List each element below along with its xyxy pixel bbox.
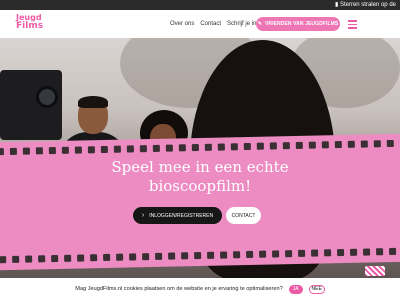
- ticket-decoration-icon: [365, 266, 385, 276]
- headline-line1: Speel mee in een echte: [111, 158, 289, 176]
- sprocket-hole: [152, 144, 160, 152]
- film-camera-image: [0, 70, 62, 140]
- vrienden-button[interactable]: ✎ VRIENDEN VAN JEUGDFILMS: [256, 17, 340, 31]
- sprocket-hole: [0, 148, 4, 156]
- sprocket-hole: [142, 253, 150, 261]
- sprocket-hole: [126, 145, 134, 153]
- sprocket-hole: [321, 141, 329, 149]
- sprocket-hole: [233, 251, 241, 259]
- sprocket-hole: [181, 252, 189, 260]
- nav-schrijf-je-in[interactable]: Schrijf je in: [227, 21, 256, 27]
- sprocket-hole: [298, 249, 306, 257]
- chevron-right-icon: ›: [141, 212, 145, 219]
- sprocket-hole: [155, 252, 163, 260]
- sprocket-hole: [35, 147, 43, 155]
- sprocket-hole: [243, 142, 251, 151]
- sprocket-hole: [139, 145, 147, 153]
- site-header: Jeugd Films Over ons Contact Schrijf je …: [0, 10, 400, 38]
- contact-button-label: CONTACT: [231, 212, 256, 219]
- logo-line2: Films: [16, 21, 44, 31]
- sprocket-hole: [77, 254, 85, 262]
- cookie-message: Mag JeugdFilms.nl cookies plaatsen om de…: [75, 286, 283, 292]
- cookie-accept-button[interactable]: JA: [288, 284, 303, 294]
- sprocket-hole: [103, 253, 111, 262]
- sprocket-hole: [207, 251, 215, 259]
- sprocket-hole: [337, 248, 345, 257]
- sprocket-hole: [100, 145, 108, 154]
- sprocket-hole: [74, 146, 82, 154]
- nav-contact[interactable]: Contact: [200, 21, 221, 27]
- sprocket-hole: [373, 140, 381, 148]
- sprocket-hole: [25, 255, 33, 263]
- hero-headline: Speel mee in een echte bioscoopfilm!: [0, 158, 400, 196]
- vrienden-button-label: VRIENDEN VAN JEUGDFILMS: [264, 21, 339, 27]
- sprocket-hole: [194, 251, 202, 260]
- sprocket-hole: [324, 249, 332, 257]
- sprocket-hole: [246, 250, 254, 259]
- jeugdfilms-logo[interactable]: Jeugd Films: [16, 14, 44, 31]
- login-register-button[interactable]: › INLOGGEN/REGISTREREN: [133, 207, 222, 224]
- sprocket-hole: [191, 144, 199, 152]
- sprocket-hole: [168, 252, 176, 260]
- cookie-decline-button[interactable]: NEE: [308, 284, 325, 294]
- sprocket-hole: [87, 146, 95, 154]
- sprocket-hole: [230, 143, 238, 151]
- sprocket-hole: [376, 248, 384, 256]
- sprocket-hole: [386, 139, 394, 148]
- login-register-label: INLOGGEN/REGISTREREN: [149, 212, 214, 219]
- sprocket-hole: [204, 143, 212, 151]
- sprocket-hole: [256, 142, 264, 150]
- sprocket-hole: [269, 142, 277, 150]
- sprocket-hole: [217, 143, 225, 151]
- sprocket-hole: [64, 254, 72, 262]
- cookie-banner: Mag JeugdFilms.nl cookies plaatsen om de…: [0, 278, 400, 300]
- sprocket-hole: [113, 145, 121, 153]
- contact-button[interactable]: CONTACT: [226, 207, 261, 224]
- film-sprocket-holes-bottom: [0, 247, 400, 264]
- nav-over-ons[interactable]: Over ons: [170, 21, 194, 27]
- main-nav: Over ons Contact Schrijf je in: [170, 10, 256, 38]
- sprocket-hole: [38, 255, 46, 263]
- sprocket-hole: [347, 140, 355, 148]
- sprocket-hole: [0, 256, 7, 264]
- sprocket-hole: [272, 250, 280, 258]
- sprocket-hole: [22, 147, 30, 155]
- sprocket-hole: [51, 254, 59, 263]
- ticker-icon: ▮: [334, 2, 339, 8]
- sprocket-hole: [311, 249, 319, 257]
- sprocket-hole: [350, 248, 358, 256]
- film-strip-banner: [0, 133, 400, 271]
- sprocket-hole: [178, 144, 186, 152]
- sprocket-hole: [282, 142, 290, 150]
- sprocket-hole: [12, 255, 20, 263]
- announcement-ticker: ▮ Sterren stralen op de: [0, 0, 400, 10]
- sprocket-hole: [259, 250, 267, 258]
- sprocket-hole: [285, 250, 293, 258]
- sprocket-hole: [165, 144, 173, 152]
- sprocket-hole: [363, 248, 371, 256]
- sprocket-hole: [48, 147, 56, 155]
- sprocket-hole: [9, 147, 17, 155]
- ticker-text: Sterren stralen op de: [339, 2, 396, 8]
- sprocket-hole: [90, 254, 98, 262]
- film-sprocket-holes-top: [0, 139, 400, 156]
- sprocket-hole: [295, 141, 303, 149]
- sprocket-hole: [220, 251, 228, 259]
- headline-line2: bioscoopfilm!: [148, 177, 252, 195]
- sprocket-hole: [129, 253, 137, 261]
- sprocket-hole: [116, 253, 124, 261]
- sprocket-hole: [389, 247, 397, 256]
- sprocket-hole: [61, 146, 69, 154]
- sprocket-hole: [334, 141, 342, 149]
- ticket-icon: ✎: [257, 21, 262, 27]
- sprocket-hole: [360, 140, 368, 148]
- sprocket-hole: [308, 141, 316, 149]
- hamburger-icon[interactable]: [348, 18, 358, 30]
